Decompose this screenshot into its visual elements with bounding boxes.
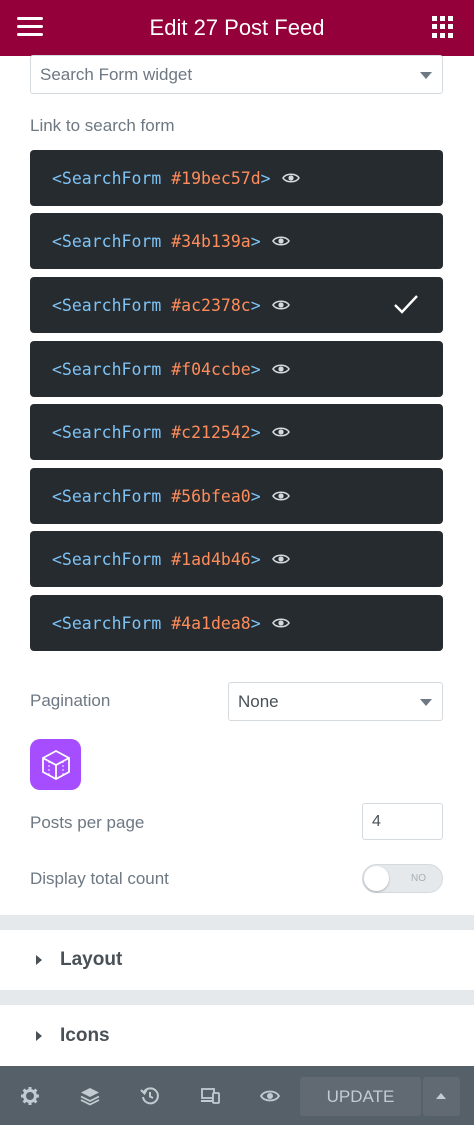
- search-form-tag: <SearchForm: [52, 486, 172, 506]
- search-form-item[interactable]: <SearchForm #1ad4b46>: [30, 531, 443, 587]
- search-form-tag-close: >: [250, 295, 261, 315]
- grid-icon[interactable]: [432, 16, 454, 38]
- pagination-label: Pagination: [30, 691, 111, 710]
- search-form-tag-close: >: [250, 422, 261, 442]
- search-form-tag: <SearchForm: [52, 549, 172, 569]
- search-form-item-selected[interactable]: <SearchForm #ac2378c>: [30, 277, 443, 333]
- section-layout[interactable]: Layout: [0, 930, 474, 990]
- responsive-icon[interactable]: [200, 1086, 220, 1106]
- search-form-id: #ac2378c: [171, 295, 251, 315]
- eye-icon[interactable]: [281, 172, 300, 184]
- display-total-count-label: Display total count: [30, 869, 169, 888]
- checkmark-icon: [394, 295, 418, 314]
- search-form-id: #19bec57d: [171, 168, 261, 188]
- search-form-tag: <SearchForm: [52, 359, 172, 379]
- search-form-item[interactable]: <SearchForm #56bfea0>: [30, 468, 443, 524]
- update-button[interactable]: UPDATE: [300, 1077, 421, 1116]
- search-form-item[interactable]: <SearchForm #19bec57d>: [30, 150, 443, 206]
- eye-icon[interactable]: [271, 617, 290, 629]
- caret-up-icon: [436, 1093, 446, 1099]
- search-form-tag-close: >: [250, 549, 261, 569]
- history-icon[interactable]: [140, 1086, 160, 1106]
- search-form-item[interactable]: <SearchForm #c212542>: [30, 404, 443, 460]
- eye-icon[interactable]: [271, 299, 290, 311]
- source-select-value: Search Form widget: [40, 64, 193, 84]
- search-form-tag: <SearchForm: [52, 231, 172, 251]
- search-form-tag: <SearchForm: [52, 295, 172, 315]
- eye-icon[interactable]: [271, 426, 290, 438]
- search-form-tag: <SearchForm: [52, 168, 172, 188]
- caret-right-icon: [36, 1030, 42, 1041]
- eye-icon[interactable]: [271, 363, 290, 375]
- top-bar: Edit 27 Post Feed: [0, 0, 474, 56]
- page-title: Edit 27 Post Feed: [149, 15, 325, 40]
- search-form-id: #f04ccbe: [171, 359, 251, 379]
- search-form-tag-close: >: [250, 359, 261, 379]
- toggle-state-text: NO: [411, 873, 426, 884]
- gear-icon[interactable]: [20, 1086, 40, 1106]
- search-form-item[interactable]: <SearchForm #4a1dea8>: [30, 595, 443, 651]
- cube-app-icon[interactable]: [30, 739, 81, 790]
- section-title: Layout: [60, 949, 123, 970]
- posts-per-page-input[interactable]: 4: [362, 803, 443, 840]
- search-form-tag-close: >: [250, 613, 261, 633]
- display-total-count-toggle[interactable]: NO: [362, 864, 443, 893]
- posts-per-page-value: 4: [372, 812, 381, 830]
- cube-icon: [41, 749, 70, 780]
- pagination-select[interactable]: None: [228, 682, 443, 721]
- search-form-id: #56bfea0: [171, 486, 251, 506]
- eye-icon[interactable]: [271, 490, 290, 502]
- section-title: Icons: [60, 1024, 110, 1046]
- pagination-select-value: None: [238, 691, 279, 711]
- search-form-id: #c212542: [171, 422, 251, 442]
- search-form-id: #4a1dea8: [171, 613, 251, 633]
- search-form-tag-close: >: [260, 168, 271, 188]
- search-form-item[interactable]: <SearchForm #f04ccbe>: [30, 341, 443, 397]
- posts-per-page-label: Posts per page: [30, 813, 145, 832]
- section-divider: [0, 915, 474, 930]
- search-form-tag: <SearchForm: [52, 422, 172, 442]
- source-select[interactable]: Search Form widget: [30, 55, 443, 94]
- eye-icon[interactable]: [260, 1086, 280, 1106]
- layers-icon[interactable]: [80, 1086, 100, 1106]
- section-icons[interactable]: Icons: [0, 1005, 474, 1066]
- eye-icon[interactable]: [271, 235, 290, 247]
- caret-down-icon: [420, 698, 432, 706]
- search-form-item[interactable]: <SearchForm #34b139a>: [30, 213, 443, 269]
- search-form-tag-close: >: [250, 231, 261, 251]
- update-options-button[interactable]: [423, 1077, 460, 1116]
- caret-down-icon: [420, 71, 432, 79]
- search-form-tag-close: >: [250, 486, 261, 506]
- hamburger-icon[interactable]: [17, 17, 43, 37]
- search-form-id: #1ad4b46: [171, 549, 251, 569]
- section-divider: [0, 990, 474, 1005]
- caret-right-icon: [36, 955, 42, 965]
- link-to-search-form-label: Link to search form: [30, 116, 175, 135]
- search-form-tag: <SearchForm: [52, 613, 172, 633]
- search-form-id: #34b139a: [171, 231, 251, 251]
- eye-icon[interactable]: [271, 553, 290, 565]
- toggle-knob: [364, 866, 389, 891]
